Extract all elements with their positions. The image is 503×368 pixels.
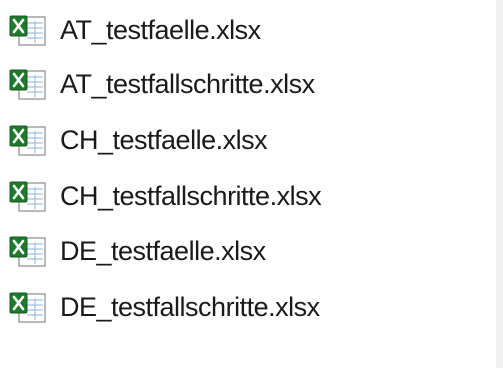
excel-file-icon bbox=[8, 13, 48, 47]
file-name: CH_testfaelle.xlsx bbox=[60, 124, 268, 155]
file-item-ch-testfaelle[interactable]: CH_testfaelle.xlsx bbox=[8, 118, 478, 162]
panel-edge bbox=[496, 0, 503, 368]
excel-file-icon bbox=[8, 67, 48, 101]
file-item-de-testfaelle[interactable]: DE_testfaelle.xlsx bbox=[8, 229, 478, 273]
excel-file-icon bbox=[8, 234, 48, 268]
file-name: AT_testfallschritte.xlsx bbox=[60, 68, 315, 99]
file-name: CH_testfallschritte.xlsx bbox=[60, 180, 322, 211]
file-item-de-testfallschritte[interactable]: DE_testfallschritte.xlsx bbox=[8, 285, 478, 329]
file-name: AT_testfaelle.xlsx bbox=[60, 14, 261, 45]
file-item-at-testfaelle[interactable]: AT_testfaelle.xlsx bbox=[8, 8, 478, 52]
file-item-at-testfallschritte[interactable]: AT_testfallschritte.xlsx bbox=[8, 62, 478, 106]
excel-file-icon bbox=[8, 179, 48, 213]
file-name: DE_testfallschritte.xlsx bbox=[60, 291, 320, 322]
file-item-ch-testfallschritte[interactable]: CH_testfallschritte.xlsx bbox=[8, 174, 478, 218]
excel-file-icon bbox=[8, 290, 48, 324]
excel-file-icon bbox=[8, 123, 48, 157]
file-name: DE_testfaelle.xlsx bbox=[60, 235, 266, 266]
